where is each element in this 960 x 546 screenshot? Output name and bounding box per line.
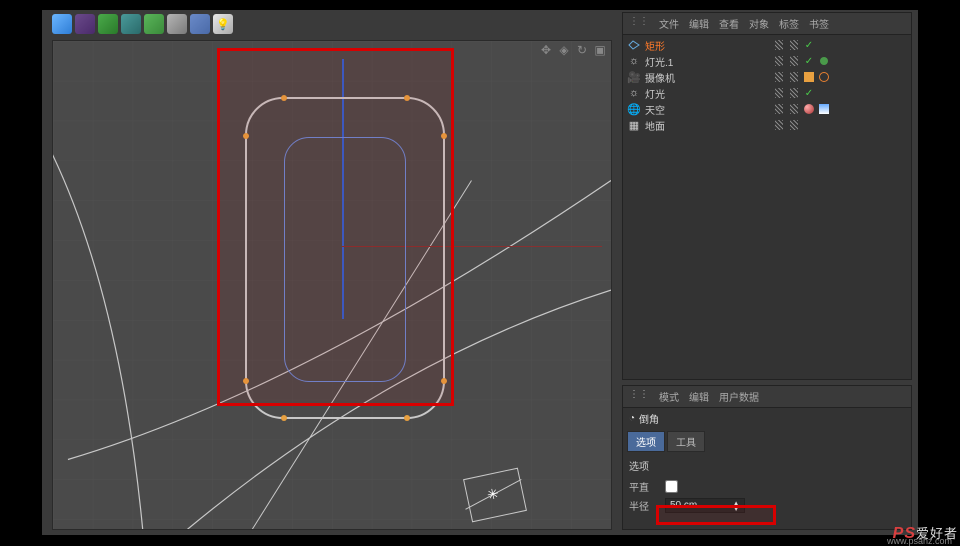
light-obj-icon: ☼ bbox=[627, 86, 641, 100]
primitive-icon[interactable] bbox=[52, 14, 72, 34]
menu-edit[interactable]: 编辑 bbox=[689, 16, 709, 31]
chamfer-icon: ◔ bbox=[629, 413, 635, 424]
light-obj-icon: ☼ bbox=[627, 54, 641, 68]
check-icon[interactable]: ✓ bbox=[803, 39, 815, 51]
object-row-light1[interactable]: ☼ 灯光.1 ✓ bbox=[623, 53, 911, 69]
object-row-rectangle[interactable]: 矩形 ✓ bbox=[623, 37, 911, 53]
menu-tags[interactable]: 标签 bbox=[779, 16, 799, 31]
attr-menu-edit[interactable]: 编辑 bbox=[689, 389, 709, 404]
flat-checkbox[interactable] bbox=[665, 480, 678, 493]
object-row-floor[interactable]: ▦ 地面 bbox=[623, 117, 911, 133]
light-icon[interactable]: 💡 bbox=[213, 14, 233, 34]
object-row-camera[interactable]: 🎥 摄像机 bbox=[623, 69, 911, 85]
main-toolbar: 💡 bbox=[52, 14, 233, 34]
environment-icon[interactable] bbox=[190, 14, 210, 34]
generator-icon[interactable] bbox=[144, 14, 164, 34]
spline-point[interactable] bbox=[404, 415, 410, 421]
object-manager-menu: ⋮⋮ 文件 编辑 查看 对象 标签 书签 bbox=[623, 13, 911, 35]
field-flat: 平直 bbox=[623, 477, 911, 496]
tab-tool[interactable]: 工具 bbox=[667, 431, 705, 452]
section-options: 选项 bbox=[623, 454, 911, 477]
menu-view[interactable]: 查看 bbox=[719, 16, 739, 31]
spline-pen-icon[interactable] bbox=[75, 14, 95, 34]
menu-handle-icon[interactable]: ⋮⋮ bbox=[629, 389, 649, 404]
camera-obj-icon: 🎥 bbox=[627, 70, 641, 84]
menu-object[interactable]: 对象 bbox=[749, 16, 769, 31]
attribute-title: ◔ 倒角 bbox=[623, 408, 911, 429]
annotation-highlight-radius bbox=[656, 505, 776, 525]
attr-menu-userdata[interactable]: 用户数据 bbox=[719, 389, 759, 404]
object-manager: ⋮⋮ 文件 编辑 查看 对象 标签 书签 矩形 ✓ ☼ 灯光.1 ✓ 🎥 摄像机 bbox=[622, 12, 912, 380]
attribute-tabs: 选项 工具 bbox=[623, 429, 911, 454]
menu-file[interactable]: 文件 bbox=[659, 16, 679, 31]
sky-obj-icon: 🌐 bbox=[627, 102, 641, 116]
array-icon[interactable] bbox=[121, 14, 141, 34]
annotation-highlight-rect bbox=[217, 48, 454, 406]
spline-rect-icon bbox=[627, 38, 641, 52]
deformer-icon[interactable] bbox=[98, 14, 118, 34]
floor-obj-icon: ▦ bbox=[627, 118, 641, 132]
camera-icon[interactable] bbox=[167, 14, 187, 34]
menu-handle-icon[interactable]: ⋮⋮ bbox=[629, 16, 649, 31]
object-row-sky[interactable]: 🌐 天空 bbox=[623, 101, 911, 117]
menu-bookmarks[interactable]: 书签 bbox=[809, 16, 829, 31]
tab-options[interactable]: 选项 bbox=[627, 431, 665, 452]
object-list: 矩形 ✓ ☼ 灯光.1 ✓ 🎥 摄像机 ☼ 灯光 ✓ 🌐 天空 bbox=[623, 35, 911, 135]
attr-menu-mode[interactable]: 模式 bbox=[659, 389, 679, 404]
object-row-light[interactable]: ☼ 灯光 ✓ bbox=[623, 85, 911, 101]
attribute-menu: ⋮⋮ 模式 编辑 用户数据 bbox=[623, 386, 911, 408]
spline-point[interactable] bbox=[281, 415, 287, 421]
